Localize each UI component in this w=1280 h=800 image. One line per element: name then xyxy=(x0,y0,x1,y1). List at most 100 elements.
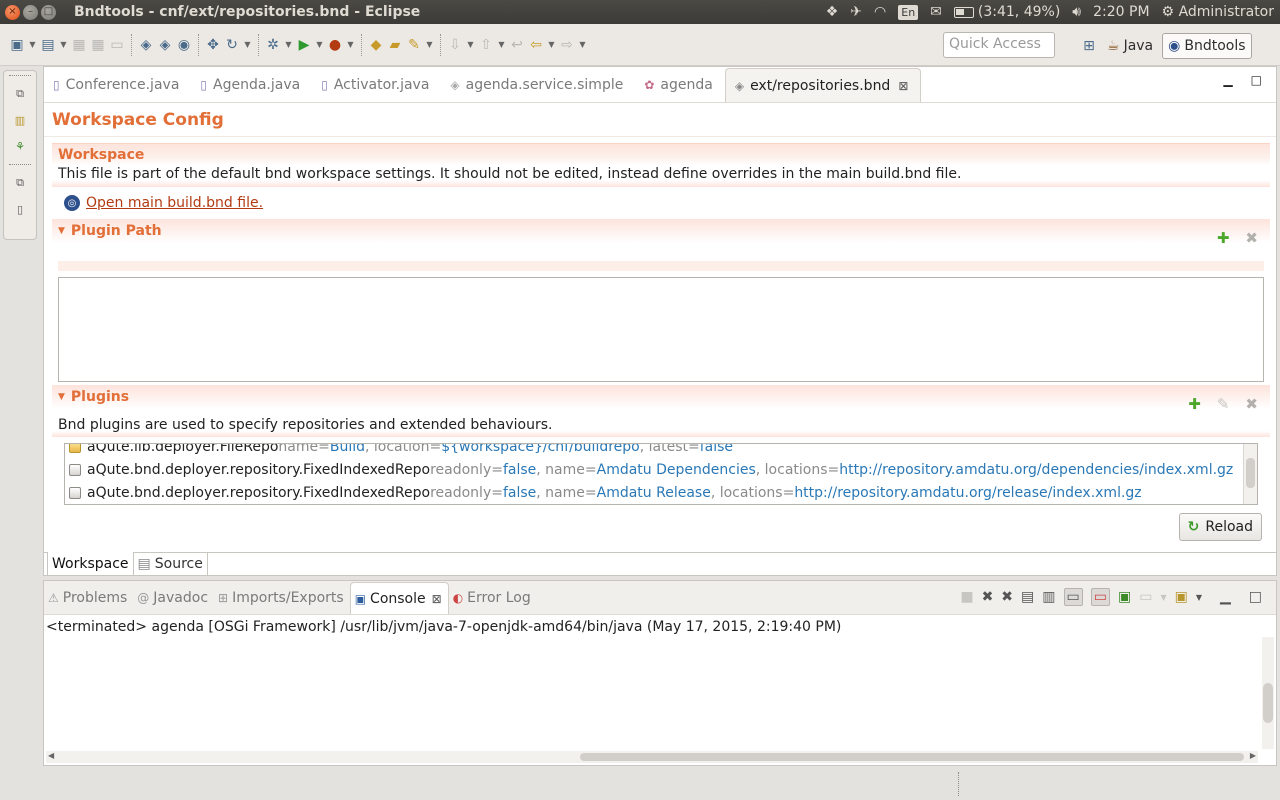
print-icon[interactable]: ▭ xyxy=(108,32,126,58)
tab-repositories-bnd[interactable]: ◈ ext/repositories.bnd ⊠ xyxy=(724,68,922,102)
minimize-window-button[interactable]: – xyxy=(23,4,38,20)
open-folder-icon[interactable]: ▰ xyxy=(386,32,404,58)
open-perspective-icon[interactable]: ⊞ xyxy=(1080,33,1098,59)
keyboard-language-indicator[interactable]: En xyxy=(898,4,919,20)
console-output[interactable] xyxy=(45,637,1259,751)
plugin-path-header[interactable]: ▼ Plugin Path xyxy=(52,219,1270,243)
restore-icon[interactable]: ⧉ xyxy=(12,175,28,191)
page-tab-workspace[interactable]: Workspace xyxy=(47,552,134,576)
expand-triangle-icon[interactable]: ▼ xyxy=(58,392,65,402)
remove-all-terminated-icon[interactable]: ✖ xyxy=(1001,589,1013,605)
volume-icon[interactable]: 🔊︎ xyxy=(1072,4,1081,20)
show-on-stdout-icon[interactable]: ▭ xyxy=(1063,588,1083,606)
next-annotation-dropdown-icon[interactable]: ▼ xyxy=(465,32,476,58)
list-item[interactable]: aQute.bnd.deployer.repository.FixedIndex… xyxy=(65,481,1257,504)
mail-icon[interactable]: ✉ xyxy=(930,4,942,20)
next-annotation-icon[interactable]: ⇩ xyxy=(446,32,464,58)
battery-indicator[interactable]: (3:41, 49%) xyxy=(953,4,1060,20)
save-all-icon[interactable]: ▦ xyxy=(89,32,107,58)
external-tools-dropdown-icon[interactable]: ▼ xyxy=(345,32,356,58)
display-console-dropdown-icon[interactable]: ▼ xyxy=(1160,593,1166,602)
dropbox-icon[interactable]: ❖ xyxy=(826,4,839,20)
open-console-dropdown-icon[interactable]: ▼ xyxy=(1196,593,1202,602)
run-icon[interactable]: ▶ xyxy=(295,32,313,58)
external-tools-icon[interactable]: ● xyxy=(326,32,344,58)
messaging-icon[interactable]: ✈ xyxy=(850,4,862,20)
wifi-icon[interactable]: ◠ xyxy=(874,4,886,20)
run-dropdown-icon[interactable]: ▼ xyxy=(314,32,325,58)
debug-icon[interactable]: ✲ xyxy=(264,32,282,58)
open-console-icon[interactable]: ▣ xyxy=(1175,589,1188,605)
new-dropdown-icon[interactable]: ▼ xyxy=(27,32,38,58)
show-on-stderr-icon[interactable]: ▭ xyxy=(1090,588,1110,606)
plugins-header[interactable]: ▼ Plugins xyxy=(52,385,1270,409)
plugins-list[interactable]: aQute.lib.deployer.FileRepo name= Build … xyxy=(64,443,1258,505)
plugin-path-list[interactable] xyxy=(58,277,1264,382)
prev-annotation-dropdown-icon[interactable]: ▼ xyxy=(496,32,507,58)
new-bnd-icon[interactable]: ▤ xyxy=(39,32,57,58)
maximize-icon[interactable]: □ xyxy=(1249,589,1262,605)
display-console-icon[interactable]: ▭ xyxy=(1139,589,1152,605)
perspective-bndtools[interactable]: ◉ Bndtools xyxy=(1162,33,1252,59)
tab-agenda[interactable]: ✿ agenda xyxy=(635,68,724,102)
open-build-bnd-link[interactable]: Open main build.bnd file. xyxy=(86,195,263,211)
console-horizontal-scrollbar[interactable]: ◀ ▶ xyxy=(46,751,1258,763)
build-icon[interactable]: ◈ xyxy=(137,32,155,58)
prev-annotation-icon[interactable]: ⇧ xyxy=(477,32,495,58)
globe-icon[interactable]: ◉ xyxy=(175,32,193,58)
list-item[interactable]: aQute.bnd.deployer.repository.FixedIndex… xyxy=(65,458,1257,481)
clear-console-icon[interactable]: ▤ xyxy=(1021,589,1034,605)
tab-agenda-service-simple[interactable]: ◈ agenda.service.simple xyxy=(441,68,635,102)
build-all-icon[interactable]: ◈ xyxy=(156,32,174,58)
scroll-lock-icon[interactable]: ▥ xyxy=(1042,589,1055,605)
scrollbar-thumb[interactable] xyxy=(1246,458,1255,488)
tab-problems[interactable]: ⚠ Problems xyxy=(44,582,133,614)
tab-error-log[interactable]: ◐ Error Log xyxy=(449,582,537,614)
minimize-icon[interactable]: ▁ xyxy=(1220,589,1231,605)
perspective-java[interactable]: ☕ Java xyxy=(1102,33,1158,59)
scrollbar-thumb[interactable] xyxy=(1263,683,1273,723)
back-icon[interactable]: ⇦ xyxy=(527,32,545,58)
debug-dropdown-icon[interactable]: ▼ xyxy=(283,32,294,58)
scroll-left-icon[interactable]: ◀ xyxy=(48,751,54,760)
clock[interactable]: 2:20 PM xyxy=(1093,4,1149,20)
page-tab-source[interactable]: ▤ Source xyxy=(134,552,208,576)
tab-console[interactable]: ▣ Console ⊠ xyxy=(349,582,449,614)
close-tab-icon[interactable]: ⊠ xyxy=(898,79,908,93)
refresh-icon[interactable]: ↻ xyxy=(223,32,241,58)
quick-access-field[interactable]: Quick Access xyxy=(943,32,1055,58)
tab-conference-java[interactable]: ▯ Conference.java xyxy=(44,68,191,102)
hierarchy-icon[interactable]: ⚘ xyxy=(12,138,28,154)
pen-icon[interactable]: ✎ xyxy=(405,32,423,58)
repositories-icon[interactable]: ▯ xyxy=(12,201,28,217)
add-plugin-path-icon[interactable]: ✚ xyxy=(1217,229,1230,247)
plugins-scrollbar[interactable] xyxy=(1243,444,1257,504)
expand-triangle-icon[interactable]: ▼ xyxy=(58,226,65,236)
pin-console-icon[interactable]: ▣ xyxy=(1118,589,1131,605)
new-icon[interactable]: ▣ xyxy=(8,32,26,58)
tab-imports-exports[interactable]: ⊞ Imports/Exports xyxy=(214,582,350,614)
minimize-icon[interactable]: ▁ xyxy=(1223,73,1232,87)
remove-plugin-path-icon[interactable]: ✖ xyxy=(1245,229,1258,247)
terminate-icon[interactable]: ■ xyxy=(960,589,973,605)
add-plugin-icon[interactable]: ✚ xyxy=(1188,395,1201,413)
last-edit-icon[interactable]: ↩ xyxy=(508,32,526,58)
tab-javadoc[interactable]: @ Javadoc xyxy=(133,582,214,614)
back-dropdown-icon[interactable]: ▼ xyxy=(546,32,557,58)
maximize-icon[interactable]: □ xyxy=(1251,73,1262,87)
user-menu[interactable]: ⚙ Administrator xyxy=(1162,4,1274,20)
new-bnd-dropdown-icon[interactable]: ▼ xyxy=(58,32,69,58)
tab-agenda-java[interactable]: ▯ Agenda.java xyxy=(191,68,312,102)
pen-dropdown-icon[interactable]: ▼ xyxy=(424,32,435,58)
open-type-icon[interactable]: ◆ xyxy=(367,32,385,58)
restore-icon[interactable]: ⧉ xyxy=(12,86,28,102)
refresh-dropdown-icon[interactable]: ▼ xyxy=(242,32,253,58)
remove-launch-icon[interactable]: ✖ xyxy=(982,589,994,605)
remove-plugin-icon[interactable]: ✖ xyxy=(1245,395,1258,413)
package-explorer-icon[interactable]: ▥ xyxy=(12,112,28,128)
close-tab-icon[interactable]: ⊠ xyxy=(432,592,442,606)
maximize-window-button[interactable]: □ xyxy=(41,4,56,20)
console-vertical-scrollbar[interactable] xyxy=(1262,637,1274,749)
edit-plugin-icon[interactable]: ✎ xyxy=(1217,395,1230,413)
close-window-button[interactable]: × xyxy=(5,4,20,20)
